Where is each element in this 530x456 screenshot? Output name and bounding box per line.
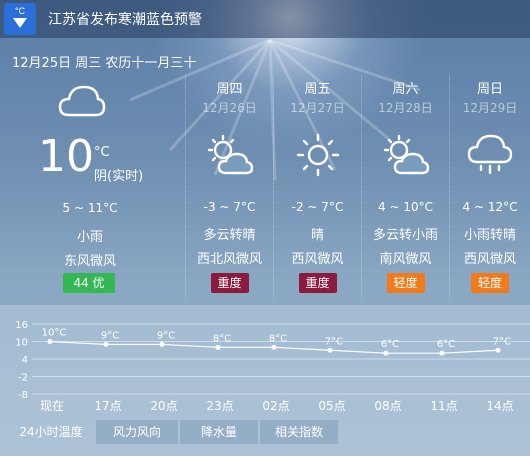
x-tick-label: 17点 xyxy=(94,399,121,413)
temperature-data-label: 10°C xyxy=(42,328,67,339)
x-tick-label: 11点 xyxy=(430,399,457,413)
y-tick-label: -2 xyxy=(18,373,28,384)
x-tick-label: 05点 xyxy=(318,399,345,413)
x-tick-label: 14点 xyxy=(486,399,513,413)
temperature-point xyxy=(103,341,109,347)
temperature-data-label: 9°C xyxy=(101,330,119,341)
temperature-point xyxy=(383,350,389,356)
chart-tabs: 24小时温度 风力风向 降水量 相关指数 xyxy=(8,420,340,444)
y-tick-label: -8 xyxy=(18,390,28,401)
temperature-data-label: 7°C xyxy=(493,336,511,347)
tab-indices[interactable]: 相关指数 xyxy=(260,420,338,444)
x-tick-label: 02点 xyxy=(262,399,289,413)
y-tick-label: 10 xyxy=(15,338,28,349)
temperature-data-label: 6°C xyxy=(381,339,399,350)
temperature-data-label: 6°C xyxy=(437,339,455,350)
y-tick-label: 4 xyxy=(22,355,28,366)
temperature-data-label: 7°C xyxy=(325,336,343,347)
temperature-point xyxy=(495,347,501,353)
temperature-point xyxy=(159,341,165,347)
temperature-data-label: 8°C xyxy=(269,333,287,344)
hourly-temperature-chart: 16 10 4 -2 -8 10°C 现在 9°C 17点 9°C 20点 8°C 23点 8°C 02点 7… xyxy=(15,320,530,413)
temperature-point xyxy=(215,344,221,350)
x-tick-label: 20点 xyxy=(150,399,177,413)
temperature-data-label: 9°C xyxy=(157,330,175,341)
x-tick-label: 08点 xyxy=(374,399,401,413)
tab-24h-temperature[interactable]: 24小时温度 xyxy=(8,420,94,444)
tab-wind[interactable]: 风力风向 xyxy=(96,420,178,444)
tab-precipitation[interactable]: 降水量 xyxy=(180,420,258,444)
temperature-point xyxy=(327,347,333,353)
y-tick-label: 16 xyxy=(15,320,28,331)
temperature-data-label: 8°C xyxy=(213,333,231,344)
temperature-point xyxy=(47,339,53,344)
temperature-point xyxy=(439,350,445,356)
temperature-point xyxy=(271,344,277,350)
x-tick-label: 23点 xyxy=(206,399,233,413)
x-tick-label: 现在 xyxy=(40,399,64,413)
